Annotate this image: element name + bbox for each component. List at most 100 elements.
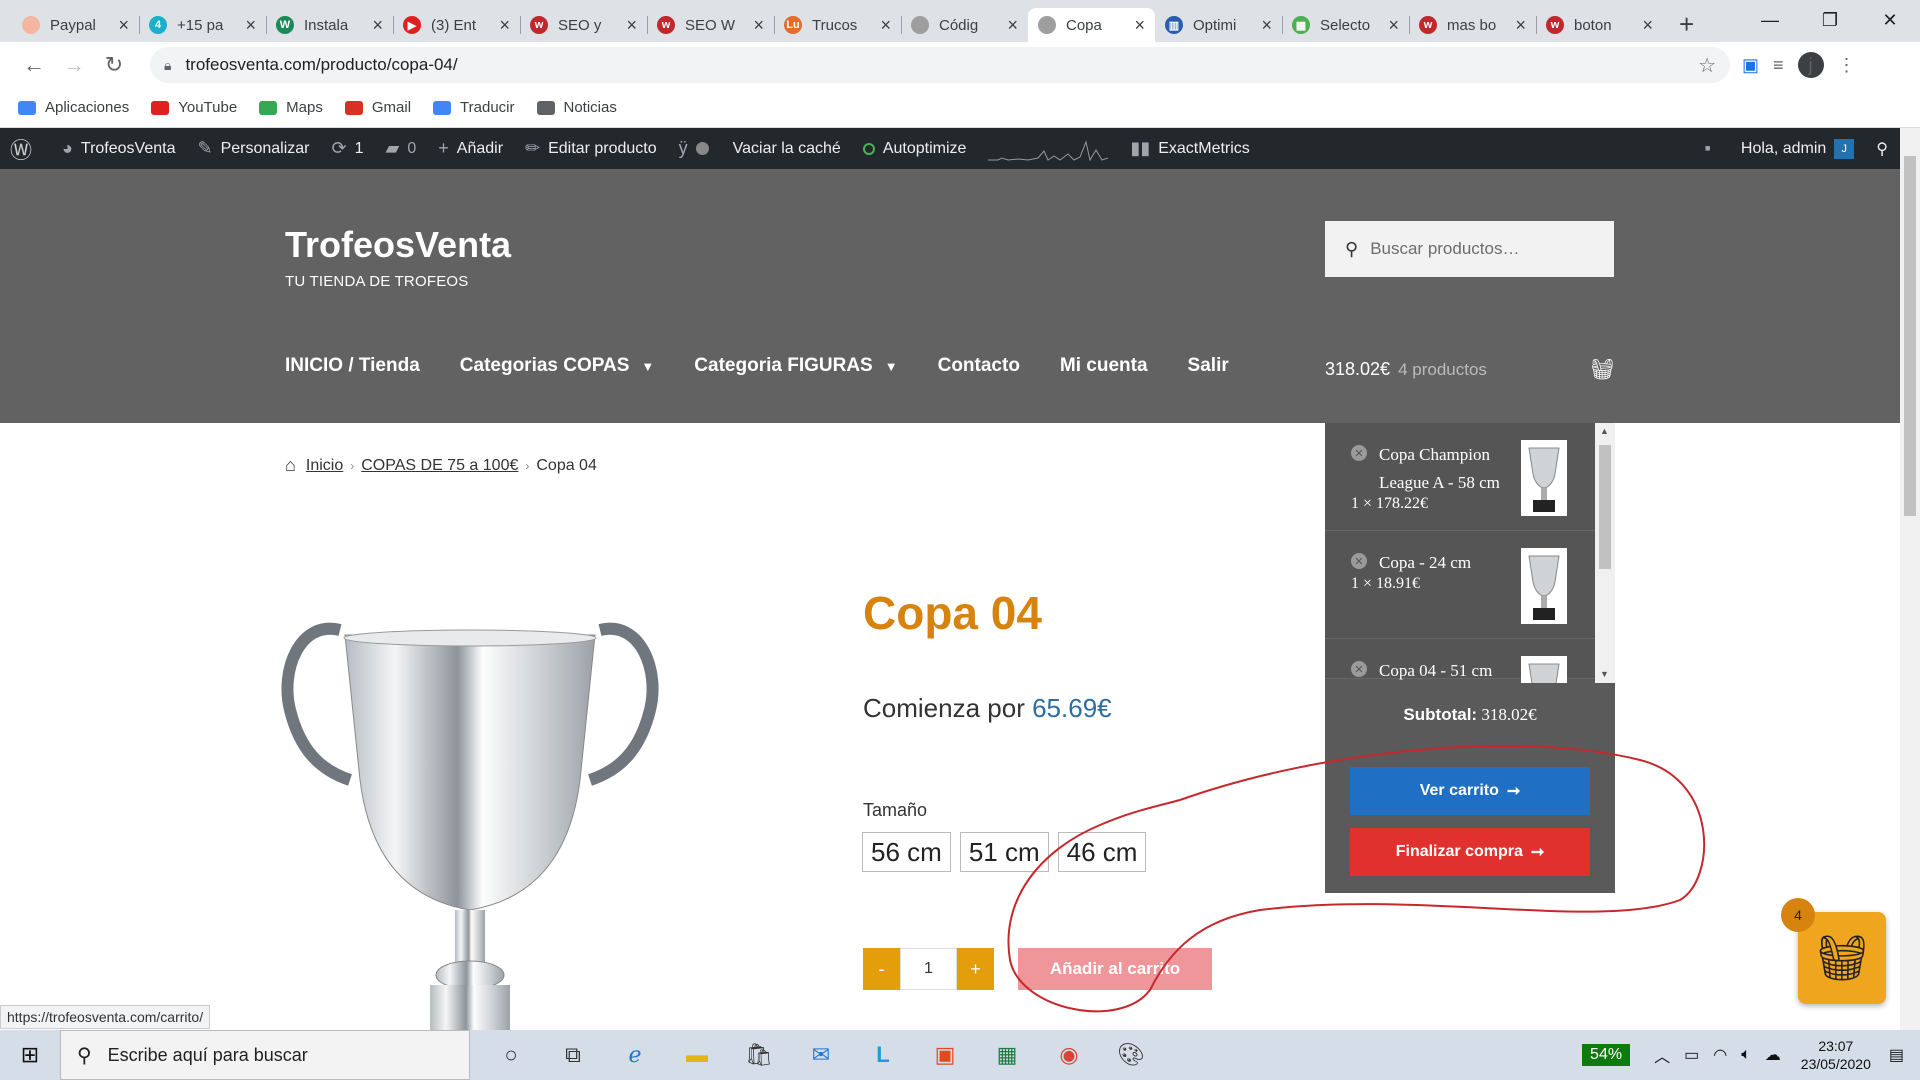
task-view-icon[interactable]: ⧉ xyxy=(542,1030,604,1080)
bookmark-item[interactable]: Aplicaciones xyxy=(18,99,129,116)
bookmark-item[interactable]: Traducir xyxy=(433,99,515,116)
admin-site-link[interactable]: ◕ TrofeosVenta xyxy=(62,138,175,159)
battery-icon[interactable]: ▭ xyxy=(1684,1045,1699,1065)
admin-clear-cache-link[interactable]: Vaciar la caché xyxy=(733,140,841,158)
admin-exactmetrics-link[interactable]: ▮▮ ExactMetrics xyxy=(1130,138,1249,159)
battery-indicator[interactable]: 54% xyxy=(1582,1044,1631,1066)
page-scrollbar-thumb[interactable] xyxy=(1904,156,1916,516)
bookmark-star-icon[interactable]: ☆ xyxy=(1698,53,1716,78)
view-cart-button[interactable]: Ver carrito ➞ xyxy=(1350,767,1590,815)
admin-customize-link[interactable]: ✎ Personalizar xyxy=(197,138,309,159)
back-button[interactable]: ← xyxy=(14,52,54,78)
media-control-icon[interactable]: ≡ xyxy=(1773,55,1784,76)
cortana-icon[interactable]: ○ xyxy=(480,1030,542,1080)
add-to-cart-button[interactable]: Añadir al carrito xyxy=(1018,948,1212,990)
browser-tab[interactable]: Códig × xyxy=(901,8,1028,42)
close-tab-icon[interactable]: × xyxy=(626,15,637,36)
yoast-icon[interactable]: ÿ xyxy=(679,138,723,159)
checkout-button[interactable]: Finalizar compra ➞ xyxy=(1350,828,1590,876)
admin-search-icon[interactable]: ⚲ xyxy=(1876,139,1888,159)
admin-edit-product-link[interactable]: ✏ Editar producto xyxy=(525,138,657,159)
quantity-input[interactable]: 1 xyxy=(900,948,957,990)
close-window-button[interactable]: ✕ xyxy=(1860,0,1920,40)
mini-cart-item-thumbnail[interactable] xyxy=(1521,656,1567,683)
chrome-icon[interactable]: ◉ xyxy=(1038,1030,1100,1080)
menu-kebab-icon[interactable]: ⋮ xyxy=(1838,55,1856,76)
address-bar[interactable]: 🔒︎ trofeosventa.com/producto/copa-04/ ☆ xyxy=(150,47,1730,83)
excel-icon[interactable]: ▦ xyxy=(976,1030,1038,1080)
browser-tab[interactable]: w boton × xyxy=(1536,8,1663,42)
qty-minus-button[interactable]: - xyxy=(863,948,900,990)
browser-tab[interactable]: w SEO y × xyxy=(520,8,647,42)
onedrive-icon[interactable]: ☁ xyxy=(1765,1045,1781,1065)
bookmark-item[interactable]: Gmail xyxy=(344,99,411,116)
size-option[interactable]: 56 cm xyxy=(862,832,951,872)
remove-item-icon[interactable]: ✕ xyxy=(1351,661,1367,677)
close-tab-icon[interactable]: × xyxy=(118,15,129,36)
browser-tab[interactable]: w mas bo × xyxy=(1409,8,1536,42)
admin-autoptimize-link[interactable]: Autoptimize xyxy=(862,140,966,158)
paint-icon[interactable]: 🎨︎ xyxy=(1100,1030,1162,1080)
floating-cart-button[interactable]: 🧺︎ xyxy=(1798,912,1886,1004)
extension-icon[interactable]: ▣ xyxy=(1742,55,1759,76)
close-tab-icon[interactable]: × xyxy=(1261,15,1272,36)
admin-comments-link[interactable]: ▰ 0 xyxy=(386,138,417,159)
browser-tab[interactable]: w SEO W × xyxy=(647,8,774,42)
taskbar-search-input[interactable]: ⚲ Escribe aquí para buscar xyxy=(60,1030,470,1080)
file-explorer-icon[interactable]: ▬ xyxy=(666,1030,728,1080)
site-title[interactable]: TrofeosVenta xyxy=(285,224,511,266)
breadcrumb-category-link[interactable]: COPAS DE 75 a 100€ xyxy=(361,457,518,475)
close-tab-icon[interactable]: × xyxy=(372,15,383,36)
forward-button[interactable]: → xyxy=(54,52,94,78)
nav-item[interactable]: Mi cuenta xyxy=(1060,355,1148,377)
wordpress-logo-icon[interactable]: Ⓦ xyxy=(10,133,40,165)
close-tab-icon[interactable]: × xyxy=(245,15,256,36)
close-tab-icon[interactable]: × xyxy=(1642,15,1653,36)
wifi-icon[interactable]: ◠ xyxy=(1713,1045,1727,1065)
close-tab-icon[interactable]: × xyxy=(753,15,764,36)
header-cart[interactable]: 318.02€ 4 productos 🧺︎ xyxy=(1325,357,1615,382)
mini-cart-item[interactable]: ✕ Copa 04 - 51 cm xyxy=(1325,639,1615,683)
clock[interactable]: 23:07 23/05/2020 xyxy=(1801,1037,1871,1073)
close-tab-icon[interactable]: × xyxy=(1007,15,1018,36)
notification-center-icon[interactable]: ▤ xyxy=(1889,1045,1904,1065)
size-option[interactable]: 46 cm xyxy=(1057,832,1147,872)
maximize-button[interactable]: ❐ xyxy=(1800,0,1860,40)
profile-avatar[interactable]: j xyxy=(1797,52,1824,78)
mini-cart-item-name[interactable]: Copa Champion League A - 58 cm xyxy=(1379,441,1519,497)
notifications-icon[interactable]: ▪ xyxy=(1705,138,1719,159)
browser-tab[interactable]: Lu Trucos × xyxy=(774,8,901,42)
admin-updates-link[interactable]: ⟳ 1 xyxy=(332,138,364,159)
admin-account-menu[interactable]: Hola, admin J xyxy=(1741,138,1855,159)
browser-tab[interactable]: ▥ Optimi × xyxy=(1155,8,1282,42)
close-tab-icon[interactable]: × xyxy=(499,15,510,36)
office-icon[interactable]: ▣ xyxy=(914,1030,976,1080)
bookmark-item[interactable]: Noticias xyxy=(536,99,617,116)
mini-cart-item[interactable]: ✕ Copa - 24 cm 1 × 18.91€ xyxy=(1325,531,1615,639)
mini-cart-item-name[interactable]: Copa 04 - 51 cm xyxy=(1379,657,1519,683)
app-l-icon[interactable]: L xyxy=(852,1030,914,1080)
remove-item-icon[interactable]: ✕ xyxy=(1351,445,1367,461)
volume-icon[interactable]: 🔈︎ xyxy=(1741,1046,1751,1064)
nav-item[interactable]: Categoria FIGURAS ▼ xyxy=(694,355,897,377)
scroll-down-icon[interactable]: ▼ xyxy=(1600,669,1609,679)
mini-cart-item[interactable]: ✕ Copa Champion League A - 58 cm 1 × 178.2… xyxy=(1325,423,1615,531)
browser-tab[interactable]: 4 +15 pa × xyxy=(139,8,266,42)
reload-button[interactable]: ↻ xyxy=(94,52,134,78)
breadcrumb-home-link[interactable]: Inicio xyxy=(306,457,343,475)
nav-item[interactable]: INICIO / Tienda xyxy=(285,355,420,377)
product-search-input[interactable]: ⚲ Buscar productos… xyxy=(1325,221,1614,277)
nav-item[interactable]: Categorias COPAS ▼ xyxy=(460,355,655,377)
bookmark-item[interactable]: Maps xyxy=(259,99,323,116)
chevron-up-icon[interactable]: ︿ xyxy=(1654,1043,1670,1067)
browser-tab[interactable]: W Instala × xyxy=(266,8,393,42)
browser-tab[interactable]: Copa × xyxy=(1028,8,1155,42)
mini-cart-item-thumbnail[interactable] xyxy=(1521,440,1567,516)
mini-cart-scrollbar[interactable]: ▲ ▼ xyxy=(1595,423,1615,683)
nav-item[interactable]: Salir xyxy=(1188,355,1229,377)
admin-add-link[interactable]: + Añadir xyxy=(438,138,503,159)
browser-tab[interactable]: ▦ Selecto × xyxy=(1282,8,1409,42)
new-tab-button[interactable]: + xyxy=(1679,8,1694,42)
mini-cart-item-thumbnail[interactable] xyxy=(1521,548,1567,624)
browser-tab[interactable]: Paypal × xyxy=(12,8,139,42)
